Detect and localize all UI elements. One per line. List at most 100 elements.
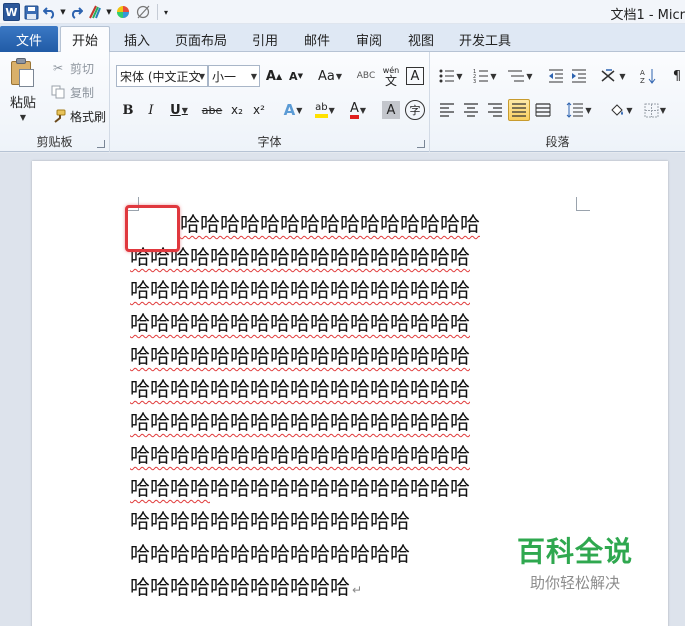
font-color-button[interactable]: A ▼ [344, 99, 372, 121]
show-marks-button[interactable]: ¶ [668, 65, 685, 87]
customize-toolbar-icon[interactable]: ▾ [161, 3, 171, 21]
window-title: 文档1 - Micr [610, 8, 685, 23]
character-border-icon: A [410, 68, 420, 84]
no-format-icon[interactable] [134, 3, 152, 21]
highlight-button[interactable]: ab ▼ [310, 99, 340, 121]
tab-references[interactable]: 引用 [244, 26, 286, 52]
font-color-icon: A [349, 102, 359, 119]
font-size-combo[interactable]: 小一 ▼ [208, 65, 260, 87]
align-right-button[interactable] [484, 99, 506, 121]
justify-icon [512, 103, 526, 117]
align-right-icon [488, 103, 502, 117]
asian-layout-button[interactable]: ▼ [598, 65, 628, 87]
grow-font-icon: A [265, 68, 276, 84]
character-shading-button[interactable]: A [382, 101, 400, 119]
borders-icon [644, 103, 659, 117]
phonetic-guide-button[interactable]: wén 文 [380, 65, 402, 87]
clipboard-group: 粘贴 ▼ ✂ 剪切 复制 格式刷 剪贴板 [0, 52, 110, 152]
redo-icon[interactable] [68, 3, 84, 21]
copy-button[interactable]: 复制 [50, 82, 94, 102]
scissors-icon: ✂ [52, 61, 64, 75]
multilevel-list-button[interactable]: ▼ [504, 65, 536, 87]
line-spacing-button[interactable]: ▼ [564, 99, 594, 121]
bold-icon: B [122, 102, 134, 118]
cut-button[interactable]: ✂ 剪切 [50, 58, 94, 78]
distributed-button[interactable] [532, 99, 554, 121]
tab-review[interactable]: 审阅 [348, 26, 390, 52]
svg-text:Z: Z [640, 77, 645, 84]
color-wheel-icon[interactable] [114, 3, 132, 21]
tab-view[interactable]: 视图 [400, 26, 442, 52]
clear-formatting-icon: ABC [356, 71, 376, 81]
brush-icon[interactable] [86, 3, 104, 21]
enclose-characters-icon: 字 [409, 104, 421, 117]
bold-button[interactable]: B [118, 99, 138, 121]
tab-file[interactable]: 文件 [0, 26, 58, 52]
decrease-indent-button[interactable] [546, 65, 566, 87]
font-launcher-icon[interactable] [417, 140, 425, 148]
clipboard-launcher-icon[interactable] [97, 140, 105, 148]
italic-icon: I [148, 102, 154, 118]
align-left-button[interactable] [436, 99, 458, 121]
shading-button[interactable]: ▼ [606, 99, 636, 121]
line-spacing-icon [567, 102, 584, 118]
sort-button[interactable]: AZ [638, 65, 658, 87]
subscript-button[interactable]: x₂ [227, 99, 247, 121]
strikethrough-button[interactable]: abe [200, 99, 224, 121]
font-size-value: 小一 [212, 69, 237, 84]
clear-formatting-button[interactable]: ABC [356, 65, 376, 87]
underline-button[interactable]: U ▼ [165, 99, 193, 121]
cut-label: 剪切 [70, 61, 95, 76]
toolbar-separator [157, 4, 158, 20]
tab-page-layout[interactable]: 页面布局 [170, 26, 232, 52]
highlight-icon: ab [315, 102, 328, 118]
tab-insert[interactable]: 插入 [115, 26, 159, 52]
superscript-icon: x² [253, 103, 265, 117]
text-line: 哈哈哈哈哈哈哈哈哈哈哈哈哈哈哈哈哈 [130, 410, 470, 434]
tab-mailings[interactable]: 邮件 [296, 26, 338, 52]
paste-dropdown-icon[interactable]: ▼ [20, 113, 26, 122]
paste-button[interactable]: 粘贴 ▼ [6, 58, 40, 122]
align-center-button[interactable] [460, 99, 482, 121]
font-name-dropdown-icon[interactable]: ▼ [199, 72, 205, 81]
superscript-button[interactable]: x² [249, 99, 269, 121]
brush-dropdown-icon[interactable]: ▼ [106, 3, 112, 21]
shrink-font-button[interactable]: A ▼ [287, 65, 305, 87]
increase-indent-button[interactable] [569, 65, 589, 87]
font-name-combo[interactable]: 宋体 (中文正文 ▼ [116, 65, 208, 87]
borders-button[interactable]: ▼ [640, 99, 670, 121]
svg-text:A: A [640, 69, 645, 77]
format-painter-icon [50, 108, 66, 124]
text-line: 哈哈哈哈哈哈哈哈哈哈哈哈哈哈哈 [180, 212, 480, 236]
numbering-button[interactable]: 1 2 3 ▼ [470, 65, 500, 87]
paragraph-group-label: 段落 [545, 135, 570, 149]
grow-font-button[interactable]: A ▲ [265, 65, 283, 87]
svg-text:3: 3 [473, 79, 476, 83]
sort-icon: AZ [640, 69, 656, 84]
ribbon-tab-row: 文件 开始 插入 页面布局 引用 邮件 审阅 视图 开发工具 [0, 24, 685, 53]
bullets-button[interactable]: ▼ [436, 65, 466, 87]
undo-dropdown-icon[interactable]: ▼ [60, 3, 66, 21]
justify-button[interactable] [508, 99, 530, 121]
word-logo-icon[interactable]: W [3, 3, 20, 21]
watermark-title: 百科全说 [516, 535, 633, 568]
save-icon[interactable] [22, 3, 40, 21]
tab-developer[interactable]: 开发工具 [452, 26, 518, 52]
italic-button[interactable]: I [141, 99, 161, 121]
text-line: 哈哈哈哈哈哈哈哈哈哈哈哈哈哈哈哈哈 [130, 311, 470, 335]
watermark-subtitle: 助你轻松解决 [529, 574, 620, 592]
align-center-icon [464, 103, 478, 117]
paragraph-group: ▼ 1 2 3 ▼ ▼ ▼ AZ ¶ ▼ ▼ ▼ 段落 [430, 52, 685, 152]
change-case-button[interactable]: Aa ▼ [317, 65, 343, 87]
text-line: 哈哈哈哈哈哈哈哈哈哈哈哈哈哈哈哈哈 [130, 443, 470, 467]
text-effects-button[interactable]: A ▼ [279, 99, 307, 121]
font-size-dropdown-icon[interactable]: ▼ [251, 72, 257, 81]
format-painter-button[interactable]: 格式刷 [50, 106, 106, 126]
character-border-button[interactable]: A [406, 67, 424, 85]
tab-home[interactable]: 开始 [60, 26, 110, 53]
enclose-characters-button[interactable]: 字 [405, 100, 425, 120]
paste-label: 粘贴 [9, 96, 36, 111]
text-line: 哈哈哈哈哈哈哈哈哈哈哈哈哈哈哈哈哈 [130, 245, 470, 269]
undo-icon[interactable] [42, 3, 58, 21]
align-left-icon [440, 103, 454, 117]
